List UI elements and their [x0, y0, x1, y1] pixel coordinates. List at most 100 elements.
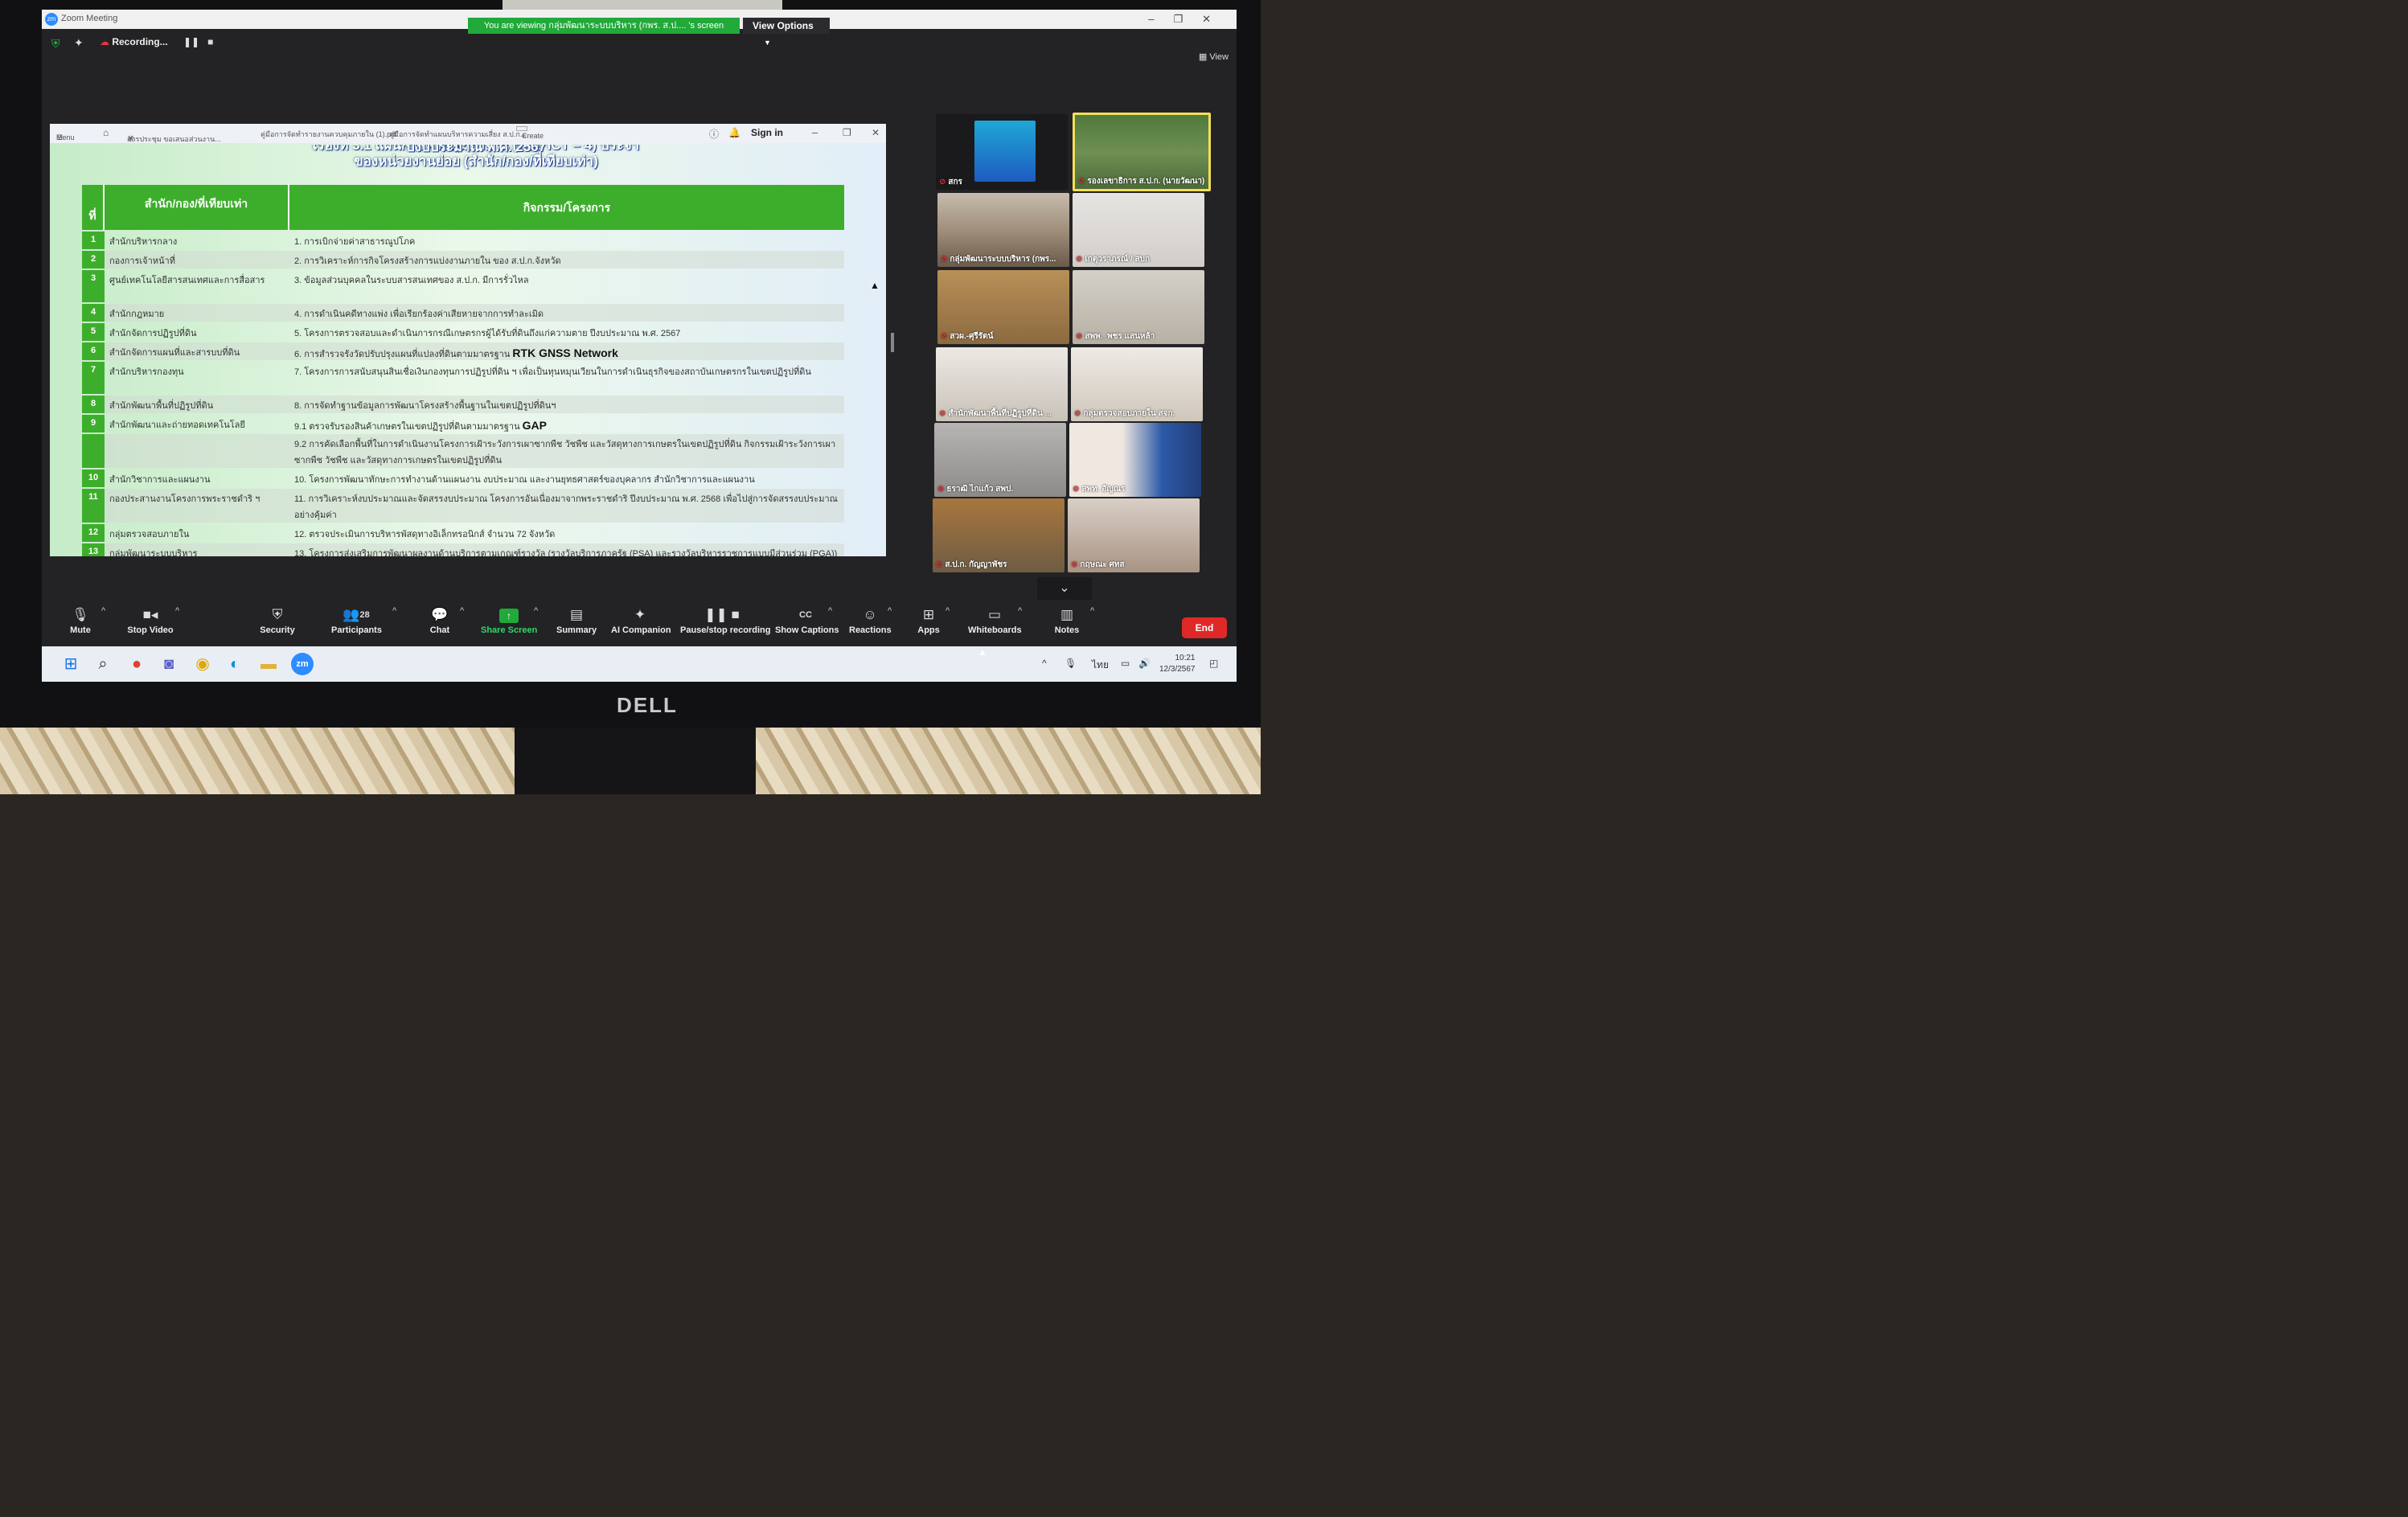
- participant-tile[interactable]: ⊘ กลุ่มพัฒนาระบบบริหาร (กพร...: [937, 193, 1069, 267]
- stop-icon[interactable]: ■: [207, 36, 213, 47]
- share-screen-button[interactable]: ↑ Share Screen: [481, 605, 537, 635]
- recording-cloud-icon: ☁: [100, 36, 109, 47]
- sign-in-link[interactable]: Sign in: [751, 127, 783, 138]
- participant-name: ⊘ เกตุวราภรณ์ / สบก: [1076, 253, 1150, 265]
- encryption-shield-icon[interactable]: ⛨: [51, 37, 60, 51]
- help-icon[interactable]: ⓘ: [709, 127, 719, 141]
- participants-options-caret[interactable]: ^: [392, 606, 396, 616]
- slide-title: เรื่องที่ 3.1 แผนการควบคุมภายใน (แบบ ICT…: [307, 145, 645, 170]
- mic-muted-icon: ⊘: [1078, 177, 1085, 186]
- participant-name: ⊘ กลุ่มตรวจสอบภายใน สจก.: [1074, 408, 1175, 420]
- file-explorer-icon[interactable]: ▬: [257, 653, 280, 675]
- participant-name-text: เกตุวราภรณ์ / สบก: [1085, 255, 1151, 264]
- security-label: Security: [260, 625, 295, 635]
- browser-tab-2[interactable]: คู่มือการจัดทำรายงานควบคุมภายใน (1).pdf: [260, 129, 397, 140]
- row-number: 4: [82, 304, 105, 322]
- notification-app-icon[interactable]: ●: [125, 653, 148, 675]
- row-unit: กลุ่มพัฒนาระบบบริหาร: [109, 549, 198, 556]
- table-row: 10 สำนักวิชาการและแผนงาน 10. โครงการพัฒน…: [82, 469, 844, 487]
- participant-tile[interactable]: ⊘ สพพ._พชร แสนหล้า: [1073, 270, 1204, 344]
- summary-button[interactable]: ▤ Summary: [556, 605, 597, 635]
- participant-name: ⊘ ธราฒิ ไกแก้ว สพป.: [937, 483, 1013, 495]
- participant-tile[interactable]: ⊘ สพท. อัญณร: [1069, 423, 1201, 497]
- participant-tile[interactable]: ⊘ สวผ.-ศุรีรัตน์: [937, 270, 1069, 344]
- show-captions-button[interactable]: CC Show Captions: [775, 605, 839, 635]
- minimize-icon[interactable]: –: [1148, 13, 1173, 25]
- chat-button[interactable]: 💬 Chat: [428, 605, 452, 635]
- row-activity: 9.1 ตรวจรับรองสินค้าเกษตรในเขตปฏิรูปที่ด…: [294, 417, 841, 435]
- recording-controls[interactable]: ❚❚ ■: [183, 36, 213, 47]
- video-options-caret[interactable]: ^: [175, 606, 179, 616]
- browser-maximize-icon[interactable]: ❐: [843, 127, 851, 138]
- participant-name: ⊘ สพท. อัญณร: [1073, 483, 1125, 495]
- mic-muted-icon: ⊘: [1076, 255, 1083, 264]
- window-controls[interactable]: –❐✕: [1148, 13, 1230, 26]
- notes-options-caret[interactable]: ^: [1090, 606, 1094, 616]
- mute-button[interactable]: 🎙 Mute: [64, 605, 96, 635]
- system-clock[interactable]: 10:21 12/3/2567: [1159, 653, 1196, 675]
- windows-start-icon[interactable]: ⊞: [59, 653, 82, 675]
- teams-chat-icon[interactable]: ◙: [158, 653, 180, 675]
- row-number: 7: [82, 362, 105, 394]
- pause-stop-recording-button[interactable]: ❚❚ ■ Pause/stop recording: [680, 605, 770, 635]
- reactions-options-caret[interactable]: ^: [888, 606, 892, 616]
- whiteboards-label: Whiteboards: [968, 625, 1022, 635]
- whiteboards-options-caret[interactable]: ^: [1018, 606, 1022, 616]
- row-number: 9: [82, 415, 105, 433]
- participant-tile[interactable]: ⊘ กลุ่มตรวจสอบภายใน สจก.: [1071, 347, 1203, 421]
- chat-options-caret[interactable]: ^: [460, 606, 464, 616]
- whiteboards-button[interactable]: ▭ Whiteboards: [968, 605, 1022, 635]
- edge-icon[interactable]: ◐: [224, 653, 246, 675]
- participant-tile[interactable]: ⊘ กฤษณะ ศทส: [1068, 498, 1200, 572]
- participant-tile[interactable]: ⊘ สกร: [936, 114, 1068, 190]
- chrome-icon[interactable]: ◉: [191, 653, 214, 675]
- row-number: [82, 434, 105, 468]
- input-language[interactable]: ไทย: [1092, 658, 1109, 673]
- apps-options-caret[interactable]: ^: [946, 606, 950, 616]
- maximize-icon[interactable]: ❐: [1173, 13, 1202, 25]
- tray-overflow-icon[interactable]: ^: [1042, 658, 1047, 669]
- pause-icon[interactable]: ❚❚: [183, 36, 199, 47]
- zoom-taskbar-icon[interactable]: zm: [291, 653, 314, 675]
- participant-name-text: รองเลขาธิการ ส.ป.ก. (นายวัฒนา): [1087, 177, 1205, 186]
- split-handle[interactable]: [891, 333, 894, 352]
- table-row: 11 กองประสานงานโครงการพระราชดำริ ฯ 11. ก…: [82, 489, 844, 523]
- tray-microphone-icon[interactable]: 🎙: [1065, 658, 1077, 669]
- row-unit: สำนักบริหารกลาง: [109, 237, 178, 247]
- search-icon[interactable]: ⌕: [92, 653, 114, 675]
- participant-tile[interactable]: ⊘ เกตุวราภรณ์ / สบก: [1073, 193, 1204, 267]
- browser-minimize-icon[interactable]: –: [812, 126, 818, 138]
- participants-icon: 👥: [343, 607, 360, 622]
- volume-icon[interactable]: 🔊: [1138, 658, 1151, 669]
- create-tab-button[interactable]: + Create: [516, 126, 544, 140]
- captions-options-caret[interactable]: ^: [828, 606, 832, 616]
- browser-tab-3[interactable]: คู่มือการจัดทำแผนบริหารความเสี่ยง ส.ป.ก.…: [389, 129, 526, 140]
- participant-tile[interactable]: ⊘ ส.ป.ก. กัญญาพัชร: [933, 498, 1065, 572]
- home-icon[interactable]: ⌂: [103, 127, 109, 138]
- ai-companion-button[interactable]: ✦ AI Companion: [611, 605, 671, 635]
- apps-button[interactable]: ⊞ Apps: [917, 605, 941, 635]
- browser-close-icon[interactable]: ✕: [872, 127, 880, 138]
- participant-name-text: กฤษณะ ศทส: [1080, 560, 1125, 569]
- header-unit: สำนัก/กอง/ที่เทียบเท่า: [105, 185, 289, 230]
- participant-tile[interactable]: ⊘ สำนักพัฒนาพื้นที่ปฏิรูปที่ดิน ...: [936, 347, 1068, 421]
- participant-tile-active-speaker[interactable]: ⊘ รองเลขาธิการ ส.ป.ก. (นายวัฒนา): [1073, 113, 1211, 191]
- view-button[interactable]: ▦ View: [1199, 51, 1229, 62]
- ai-sparkle-icon[interactable]: ✦: [74, 36, 84, 50]
- gallery-scroll-down-button[interactable]: ⌄: [1037, 577, 1092, 600]
- mute-options-caret[interactable]: ^: [101, 606, 105, 616]
- participants-button[interactable]: 👥28 Participants: [331, 605, 382, 635]
- bell-icon[interactable]: 🔔: [728, 127, 740, 138]
- notification-center-icon[interactable]: ◰: [1209, 658, 1218, 669]
- stop-video-button[interactable]: ■◂ Stop Video: [125, 605, 175, 635]
- participant-tile[interactable]: ⊘ ธราฒิ ไกแก้ว สพป.: [934, 423, 1066, 497]
- security-button[interactable]: ⛨ Security: [259, 605, 296, 635]
- reactions-button[interactable]: ☺ Reactions: [849, 605, 892, 635]
- network-icon[interactable]: ▭: [1121, 658, 1130, 669]
- notes-button[interactable]: ▥ Notes: [1053, 605, 1081, 635]
- share-options-caret[interactable]: ^: [534, 606, 538, 616]
- end-meeting-button[interactable]: End: [1182, 617, 1227, 638]
- show-captions-label: Show Captions: [775, 625, 839, 635]
- close-icon[interactable]: ✕: [1202, 13, 1230, 25]
- participant-name-text: ส.ป.ก. กัญญาพัชร: [945, 560, 1007, 569]
